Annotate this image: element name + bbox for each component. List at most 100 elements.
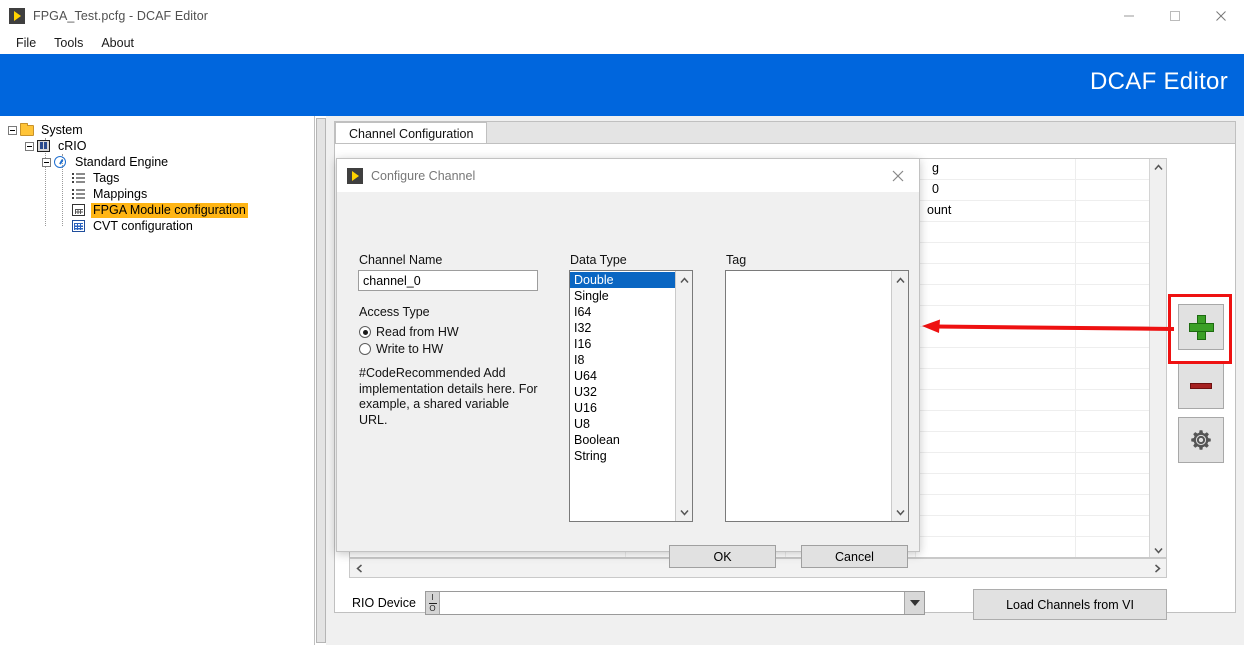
chevron-up-icon[interactable] xyxy=(676,272,692,288)
tree-item-mappings[interactable]: Mappings xyxy=(0,186,314,202)
rio-device-combobox[interactable]: IO xyxy=(425,591,925,615)
code-recommendation-note: #CodeRecommended Add implementation deta… xyxy=(359,366,538,427)
tree-item-system[interactable]: System xyxy=(0,122,314,138)
dialog-title: Configure Channel xyxy=(371,168,476,183)
chevron-left-icon[interactable] xyxy=(350,559,368,577)
labview-run-icon xyxy=(347,167,363,184)
access-type-label: Access Type xyxy=(359,305,430,319)
radio-icon[interactable] xyxy=(359,326,371,338)
data-type-option[interactable]: I8 xyxy=(570,352,675,368)
settings-button[interactable] xyxy=(1178,417,1224,463)
chevron-down-icon[interactable] xyxy=(676,504,692,520)
chevron-down-icon[interactable] xyxy=(892,504,908,520)
data-type-option[interactable]: U8 xyxy=(570,416,675,432)
radio-label: Read from HW xyxy=(376,325,459,339)
system-tree: System cRIO Standard Engine Tags Mapping… xyxy=(0,116,314,234)
radio-icon[interactable] xyxy=(359,343,371,355)
tree-item-label: FPGA Module configuration xyxy=(91,202,248,218)
ok-label: OK xyxy=(713,549,732,564)
expander-minus-icon[interactable] xyxy=(42,157,51,167)
folder-icon xyxy=(20,123,35,137)
radio-write-to-hw[interactable]: Write to HW xyxy=(359,342,443,356)
banner-title: DCAF Editor xyxy=(1090,68,1228,95)
load-channels-from-vi-button[interactable]: Load Channels from VI xyxy=(973,589,1167,620)
ok-button[interactable]: OK xyxy=(669,545,776,568)
data-type-listbox[interactable]: Double Single I64 I32 I16 I8 U64 U32 U16… xyxy=(569,270,693,522)
rio-device-label: RIO Device xyxy=(352,596,416,610)
chevron-right-icon[interactable] xyxy=(1148,559,1166,577)
table-cell: ount xyxy=(927,203,952,217)
data-type-option[interactable]: U32 xyxy=(570,384,675,400)
cancel-button[interactable]: Cancel xyxy=(801,545,908,568)
close-icon[interactable] xyxy=(877,159,919,192)
data-type-option[interactable]: I16 xyxy=(570,336,675,352)
channel-name-label: Channel Name xyxy=(359,253,443,267)
app-banner: DCAF Editor xyxy=(0,54,1244,116)
close-icon[interactable] xyxy=(1198,0,1244,32)
list-icon xyxy=(72,171,87,185)
cvt-grid-icon xyxy=(72,219,87,233)
data-type-option[interactable]: Single xyxy=(570,288,675,304)
annotation-highlight-box xyxy=(1168,294,1232,364)
data-type-option[interactable]: I64 xyxy=(570,304,675,320)
data-type-option[interactable]: U16 xyxy=(570,400,675,416)
panel-splitter[interactable] xyxy=(316,118,326,643)
tab-channel-configuration[interactable]: Channel Configuration xyxy=(335,122,488,144)
data-type-option[interactable]: Boolean xyxy=(570,432,675,448)
tree-item-label: Mappings xyxy=(93,186,148,201)
data-type-label: Data Type xyxy=(570,253,627,267)
tab-strip: Channel Configuration xyxy=(334,121,1236,144)
system-tree-panel: System cRIO Standard Engine Tags Mapping… xyxy=(0,116,315,645)
tag-label: Tag xyxy=(726,253,747,267)
tag-listbox[interactable] xyxy=(725,270,909,522)
tree-item-tags[interactable]: Tags xyxy=(0,170,314,186)
data-type-option[interactable]: U64 xyxy=(570,368,675,384)
fpga-module-icon xyxy=(72,203,87,217)
minimize-icon[interactable] xyxy=(1106,0,1152,32)
window-controls xyxy=(1106,0,1244,32)
radio-read-from-hw[interactable]: Read from HW xyxy=(359,325,459,339)
table-vertical-scrollbar[interactable] xyxy=(1149,159,1166,557)
menu-item-tools[interactable]: Tools xyxy=(46,34,91,52)
data-type-option[interactable]: String xyxy=(570,448,675,464)
io-glyph-icon: IO xyxy=(426,592,440,614)
data-type-scrollbar[interactable] xyxy=(675,271,692,521)
tab-label: Channel Configuration xyxy=(349,126,474,141)
engine-icon xyxy=(54,155,69,169)
chevron-up-icon[interactable] xyxy=(892,272,908,288)
dialog-body: Channel Name channel_0 Access Type Read … xyxy=(337,192,919,568)
cancel-label: Cancel xyxy=(835,549,874,564)
data-type-option[interactable]: I32 xyxy=(570,320,675,336)
tree-item-label: cRIO xyxy=(58,138,87,153)
tree-item-cvt-configuration[interactable]: CVT configuration xyxy=(0,218,314,234)
tree-item-label: Tags xyxy=(93,170,120,185)
maximize-icon[interactable] xyxy=(1152,0,1198,32)
tree-item-label: Standard Engine xyxy=(75,154,169,169)
channel-name-input[interactable]: channel_0 xyxy=(358,270,538,291)
annotation-arrow-icon xyxy=(922,319,1175,333)
tree-item-label: System xyxy=(41,122,83,137)
menu-item-about[interactable]: About xyxy=(93,34,142,52)
radio-label: Write to HW xyxy=(376,342,444,356)
tree-item-crio[interactable]: cRIO xyxy=(0,138,314,154)
list-icon xyxy=(72,187,87,201)
dcaf-editor-window: FPGA_Test.pcfg - DCAF Editor File Tools … xyxy=(0,0,1244,645)
data-type-option[interactable]: Double xyxy=(570,272,675,288)
tree-item-standard-engine[interactable]: Standard Engine xyxy=(0,154,314,170)
chevron-down-icon[interactable] xyxy=(1150,542,1166,557)
expander-minus-icon[interactable] xyxy=(8,125,17,135)
chevron-up-icon[interactable] xyxy=(1150,159,1166,176)
tree-item-label: CVT configuration xyxy=(93,218,193,233)
menu-item-file[interactable]: File xyxy=(8,34,44,52)
minus-icon xyxy=(1190,383,1212,389)
labview-run-icon xyxy=(9,8,25,24)
tag-scrollbar[interactable] xyxy=(891,271,908,521)
configure-channel-dialog: Configure Channel Channel Name channel_0… xyxy=(336,158,920,568)
tree-item-fpga-module-configuration[interactable]: FPGA Module configuration xyxy=(0,202,314,218)
dialog-title-bar: Configure Channel xyxy=(337,159,919,192)
crio-chassis-icon xyxy=(37,139,52,153)
title-bar: FPGA_Test.pcfg - DCAF Editor xyxy=(0,0,1244,32)
remove-channel-button[interactable] xyxy=(1178,363,1224,409)
chevron-down-icon[interactable] xyxy=(904,592,924,614)
expander-minus-icon[interactable] xyxy=(25,141,34,151)
